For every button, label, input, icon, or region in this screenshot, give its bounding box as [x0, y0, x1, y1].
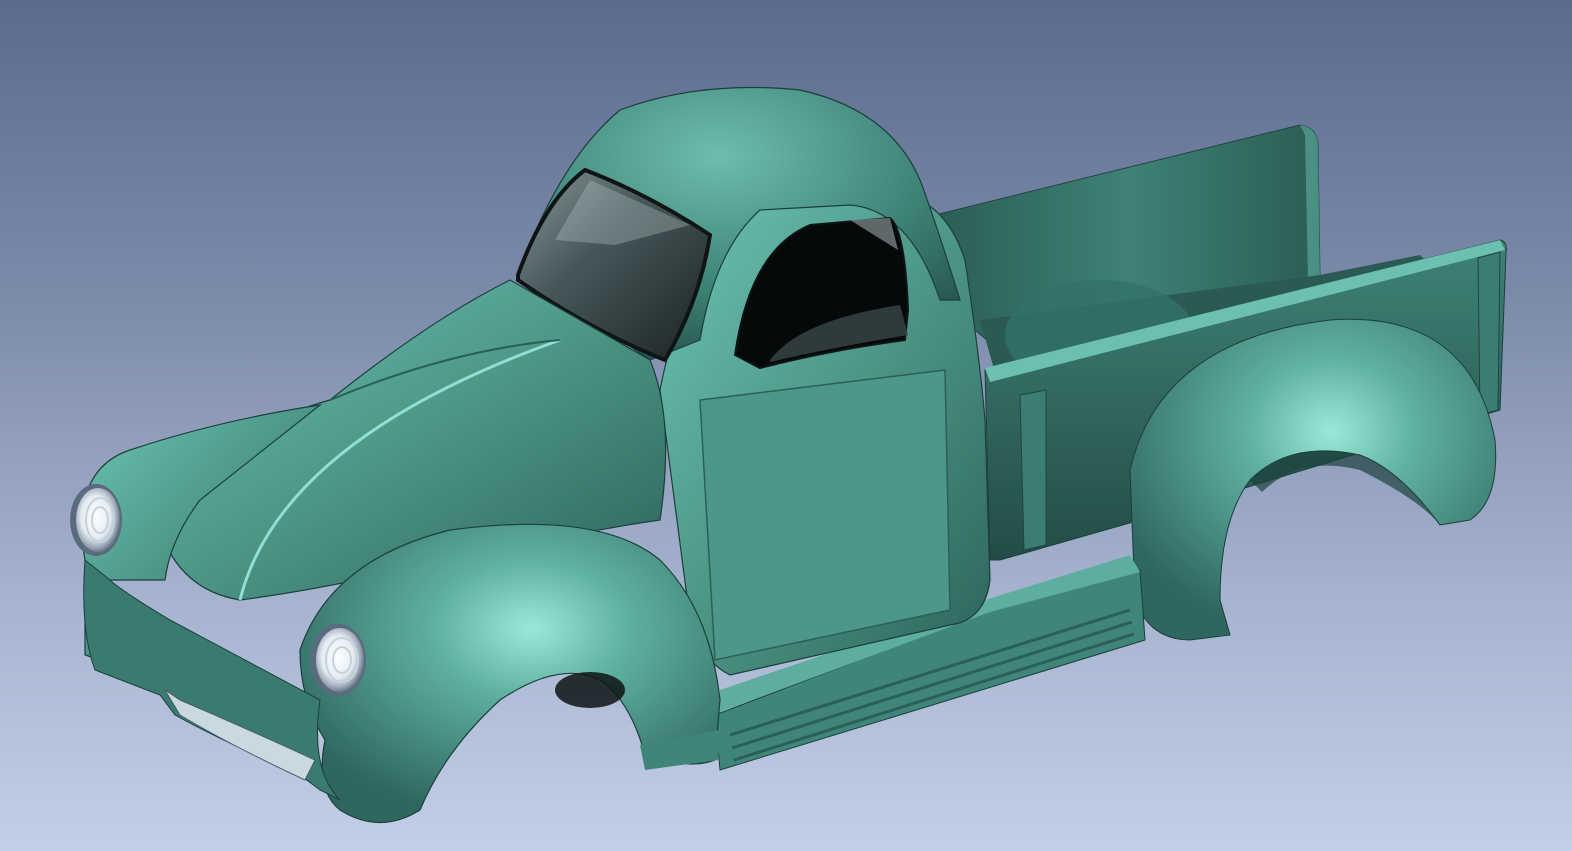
- headlight-right-icon: [310, 624, 366, 696]
- 3d-viewport[interactable]: [0, 0, 1572, 851]
- headlight-left-icon: [70, 484, 122, 556]
- front-wheel-shadow: [555, 672, 625, 708]
- grille-opening: [83, 559, 341, 801]
- truck-model[interactable]: [0, 0, 1572, 851]
